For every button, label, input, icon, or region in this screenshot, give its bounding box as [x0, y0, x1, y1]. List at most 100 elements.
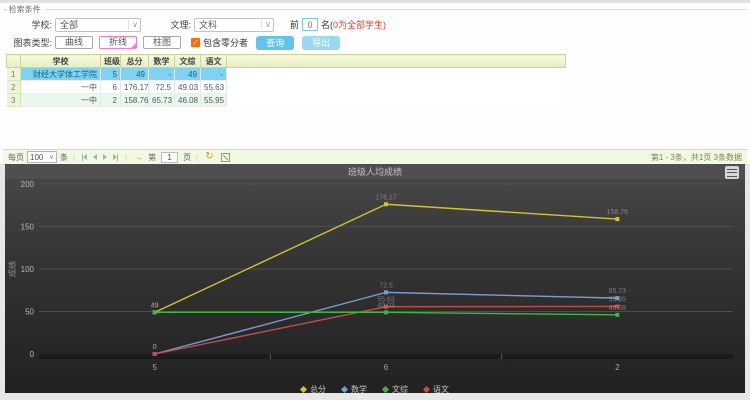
expand-icon[interactable] — [221, 153, 230, 162]
cell-chinese: 55.95 — [201, 94, 227, 107]
data-point-label: 158.76 — [607, 209, 629, 216]
data-point-label: 0 — [153, 344, 157, 351]
cell-math: 72.5 — [149, 81, 175, 94]
row-filler — [227, 94, 566, 107]
cell-total: 49 — [121, 68, 149, 81]
chart-type-bar-button[interactable]: 柱图 — [143, 36, 181, 49]
cell-arts: 49 — [175, 68, 201, 81]
data-point[interactable] — [384, 310, 388, 314]
data-point[interactable] — [384, 290, 388, 294]
data-point-label: 46.08 — [609, 305, 627, 312]
y-tick-label: 0 — [30, 350, 35, 359]
last-page-button[interactable] — [113, 154, 118, 161]
chart-svg: 050100150200562成绩49176.17158.76072.565.7… — [5, 179, 745, 376]
cell-chinese: - — [201, 68, 227, 81]
query-button[interactable]: 查询 — [256, 36, 294, 50]
pager-info: 第1 - 3条，共1页 3条数据 — [651, 152, 742, 163]
pager-separator: | — [196, 153, 198, 162]
pager-separator: | — [73, 153, 75, 162]
goto-page-icon[interactable]: → — [134, 153, 143, 162]
goto-page-suffix: 页 — [183, 152, 191, 163]
school-select[interactable]: 全部 ∨ — [55, 18, 141, 32]
row-number: 3 — [7, 94, 21, 107]
prev-page-button[interactable] — [93, 154, 97, 160]
legend-item[interactable]: 文综 — [383, 384, 408, 395]
table-header: 学校 班级 总分 数学 文综 语文 — [7, 55, 566, 68]
x-tick-label: 5 — [152, 363, 157, 372]
cell-school: 财经大学体工学院 — [21, 68, 101, 81]
per-page-suffix: 条 — [60, 152, 68, 163]
fieldset-legend: - 检索条件 — [4, 5, 746, 14]
chart-menu-icon[interactable] — [725, 166, 739, 179]
header-arts[interactable]: 文综 — [175, 55, 201, 68]
data-point-label: 55.95 — [609, 296, 627, 303]
legend-item[interactable]: 数学 — [342, 384, 367, 395]
cell-class: 5 — [101, 68, 121, 81]
pager-separator: | — [125, 153, 127, 162]
fieldset-legend-text: 检索条件 — [9, 4, 41, 15]
table-row[interactable]: 2一中6176.1772.549.0355.63 — [7, 81, 566, 94]
data-point[interactable] — [615, 217, 619, 221]
top-n-input[interactable] — [302, 18, 318, 31]
chevron-down-icon: ∨ — [128, 20, 138, 29]
data-point-label: 49 — [151, 302, 159, 309]
data-point[interactable] — [153, 310, 157, 314]
chart-legend: 总分 数学 文综 语文 — [5, 381, 745, 398]
legend-item[interactable]: 总分 — [301, 384, 326, 395]
cell-arts: 49.03 — [175, 81, 201, 94]
top-n-label: 前 — [290, 18, 299, 31]
data-point[interactable] — [615, 313, 619, 317]
track-select[interactable]: 文科 ∨ — [194, 18, 274, 32]
per-page-select[interactable]: 100 ∨ — [27, 151, 57, 163]
first-page-button[interactable] — [82, 154, 87, 161]
top-n-suffix: 名( — [321, 18, 333, 31]
data-point-label: 65.73 — [609, 288, 627, 295]
next-page-button[interactable] — [103, 154, 107, 160]
chart-type-label: 图表类型: — [4, 36, 52, 49]
include-zero-checkbox[interactable]: ✓ — [191, 38, 200, 47]
row-number: 1 — [7, 68, 21, 81]
pager-bar: 每页 100 ∨ 条 | | → 第 页 | ↻ 第1 - 3条，共1页 3条数… — [3, 149, 747, 165]
data-point[interactable] — [153, 352, 157, 356]
cell-math: 65.73 — [149, 94, 175, 107]
data-point[interactable] — [384, 202, 388, 206]
export-button[interactable]: 导出 — [302, 36, 340, 50]
table-row[interactable]: 3一中2158.7665.7346.0855.95 — [7, 94, 566, 107]
legend-marker-icon — [423, 386, 430, 393]
table-row[interactable]: 1财经大学体工学院549-49- — [7, 68, 566, 81]
legend-item[interactable]: 语文 — [424, 384, 449, 395]
chart-type-curve-button[interactable]: 曲线 — [55, 36, 93, 49]
header-class[interactable]: 班级 — [101, 55, 121, 68]
legend-label: 总分 — [310, 384, 326, 395]
legend-marker-icon — [382, 386, 389, 393]
legend-label: 语文 — [433, 384, 449, 395]
header-school[interactable]: 学校 — [21, 55, 101, 68]
page-number-input[interactable] — [161, 152, 178, 163]
chevron-down-icon: ∨ — [261, 20, 271, 29]
filter-row-2: 图表类型: 曲线 折线 柱图 ✓ 包含零分者 查询 导出 — [4, 35, 746, 50]
legend-label: 数学 — [351, 384, 367, 395]
cell-class: 6 — [101, 81, 121, 94]
x-tick-label: 6 — [384, 363, 389, 372]
chart-title: 班级人均成绩 — [348, 165, 402, 178]
y-tick-label: 150 — [21, 223, 35, 232]
grid-body: 1财经大学体工学院549-49-2一中6176.1772.549.0355.63… — [7, 68, 566, 107]
chart-type-line-button[interactable]: 折线 — [99, 36, 137, 49]
refresh-icon[interactable]: ↻ — [205, 152, 213, 162]
header-total[interactable]: 总分 — [121, 55, 149, 68]
per-page-value: 100 — [30, 153, 43, 162]
header-chinese[interactable]: 语文 — [201, 55, 227, 68]
row-number: 2 — [7, 81, 21, 94]
cell-school: 一中 — [21, 81, 101, 94]
top-n-hint: 0为全部学生) — [333, 18, 386, 31]
school-label: 学校: — [4, 18, 52, 31]
collapse-toggle-icon[interactable]: - — [4, 5, 7, 14]
y-tick-label: 100 — [21, 265, 35, 274]
legend-label: 文综 — [392, 384, 408, 395]
goto-page-label: 第 — [148, 152, 156, 163]
cell-total: 158.76 — [121, 94, 149, 107]
track-label: 文理: — [157, 18, 191, 31]
data-point-label: 176.17 — [375, 194, 397, 201]
header-math[interactable]: 数学 — [149, 55, 175, 68]
y-tick-label: 200 — [21, 180, 35, 189]
